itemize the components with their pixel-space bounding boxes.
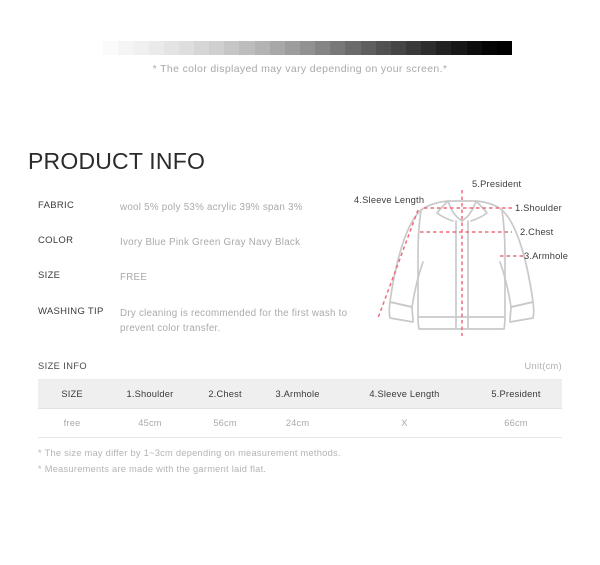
swatch-3 — [133, 41, 149, 55]
product-info-table: FABRIC wool 5% poly 53% acrylic 39% span… — [38, 200, 348, 336]
swatch-24 — [451, 41, 467, 55]
swatch-4 — [148, 41, 164, 55]
swatch-7 — [193, 41, 210, 55]
table-row: SIZE FREE — [38, 270, 348, 305]
swatch-26 — [481, 41, 497, 55]
info-label-size: SIZE — [38, 270, 61, 282]
swatch-2 — [118, 41, 134, 55]
info-value-color: Ivory Blue Pink Green Gray Navy Black — [120, 237, 301, 249]
table-row: COLOR Ivory Blue Pink Green Gray Navy Bl… — [38, 235, 348, 270]
cell-shoulder: 45cm — [106, 408, 194, 438]
column-header-sleeve-length: 4.Sleeve Length — [338, 379, 470, 409]
swatch-10 — [239, 41, 255, 55]
cell-chest: 56cm — [193, 408, 257, 438]
size-info-table: SIZE 1.Shoulder 2.Chest 3.Armhole 4.Slee… — [38, 379, 562, 438]
swatch-1 — [103, 41, 119, 55]
swatch-15 — [315, 41, 331, 55]
info-label-color: COLOR — [38, 235, 74, 247]
swatch-19 — [375, 41, 391, 55]
measure-label-chest: 2.Chest — [520, 227, 554, 237]
swatch-8 — [209, 41, 225, 55]
swatch-16 — [330, 41, 346, 55]
measure-label-president: 5.President — [472, 179, 522, 189]
product-detail-page: * The color displayed may vary depending… — [0, 0, 600, 565]
column-header-chest: 2.Chest — [193, 379, 257, 409]
grayscale-gradient-bar — [88, 41, 512, 55]
garment-measurement-diagram: 4.Sleeve Length 5.President 1.Shoulder 2… — [352, 176, 592, 342]
cell-armhole: 24cm — [256, 408, 339, 438]
info-value-fabric: wool 5% poly 53% acrylic 39% span 3% — [120, 202, 303, 213]
cell-size: free — [38, 408, 107, 438]
swatch-23 — [436, 41, 452, 55]
swatch-27 — [496, 41, 512, 55]
column-header-size: SIZE — [38, 379, 107, 409]
column-header-shoulder: 1.Shoulder — [106, 379, 194, 409]
cell-president: 66cm — [469, 408, 562, 438]
size-info-heading: SIZE INFO — [38, 361, 88, 371]
swatch-11 — [254, 41, 270, 55]
swatch-25 — [466, 41, 482, 55]
swatch-21 — [405, 41, 422, 55]
info-value-washing-tip: Dry cleaning is recommended for the firs… — [120, 307, 348, 334]
info-label-fabric: FABRIC — [38, 200, 75, 211]
note-line: * Measurements are made with the garment… — [38, 464, 267, 475]
swatch-12 — [269, 41, 285, 55]
table-row: FABRIC wool 5% poly 53% acrylic 39% span… — [38, 200, 348, 235]
page-title: PRODUCT INFO — [28, 148, 206, 174]
table-row: free 45cm 56cm 24cm X 66cm — [38, 408, 562, 438]
info-value-size: FREE — [120, 272, 148, 284]
swatch-17 — [345, 41, 361, 55]
table-header-row: SIZE 1.Shoulder 2.Chest 3.Armhole 4.Slee… — [38, 379, 562, 409]
size-info-notes: * The size may differ by 1~3cm depending… — [38, 445, 341, 478]
swatch-20 — [390, 41, 406, 55]
swatch-22 — [421, 41, 437, 55]
column-header-armhole: 3.Armhole — [256, 379, 339, 409]
swatch-18 — [360, 41, 376, 55]
cell-sleeve-length: X — [338, 408, 470, 438]
swatch-6 — [178, 41, 194, 55]
swatch-0 — [88, 41, 104, 55]
swatch-9 — [224, 41, 240, 55]
table-row: WASHING TIP Dry cleaning is recommended … — [38, 306, 348, 336]
measure-label-sleeve-length: 4.Sleeve Length — [354, 195, 425, 205]
measure-label-armhole: 3.Armhole — [524, 251, 569, 261]
measure-label-shoulder: 1.Shoulder — [515, 203, 562, 213]
swatch-14 — [299, 41, 316, 55]
screen-color-disclaimer: * The color displayed may vary depending… — [152, 63, 448, 75]
size-info-unit: Unit(cm) — [524, 361, 562, 371]
column-header-president: 5.President — [469, 379, 562, 409]
info-label-washing-tip: WASHING TIP — [38, 305, 104, 317]
swatch-5 — [163, 41, 179, 55]
note-line: * The size may differ by 1~3cm depending… — [38, 448, 341, 458]
swatch-13 — [284, 41, 300, 55]
